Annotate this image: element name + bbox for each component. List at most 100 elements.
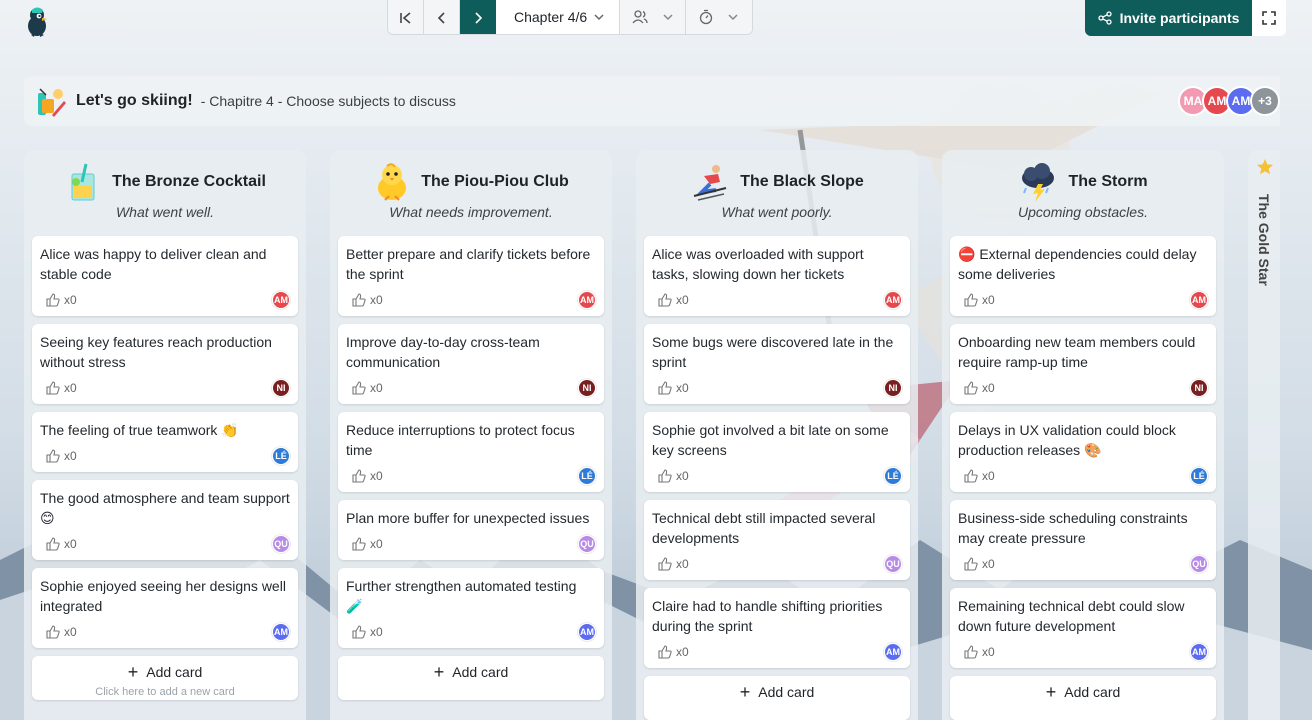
- retro-card[interactable]: Business-side scheduling constraints may…: [950, 500, 1216, 580]
- card-list: Alice was happy to deliver clean and sta…: [32, 236, 298, 648]
- session-subtitle: - Chapitre 4 - Choose subjects to discus…: [200, 93, 456, 109]
- retro-card[interactable]: Plan more buffer for unexpected issues x0…: [338, 500, 604, 560]
- like-count: x0: [370, 381, 383, 395]
- retro-card[interactable]: Technical debt still impacted several de…: [644, 500, 910, 580]
- column-bronze-cocktail: The Bronze Cocktail What went well. Alic…: [24, 150, 306, 720]
- participant-avatar[interactable]: +3: [1250, 86, 1280, 116]
- add-card-button[interactable]: + Add card Click here to add a new card: [32, 656, 298, 700]
- session-header: Let's go skiing! - Chapitre 4 - Choose s…: [24, 76, 1280, 126]
- retro-card[interactable]: The good atmosphere and team support 😊 x0…: [32, 480, 298, 560]
- column-gold-star-collapsed[interactable]: The Gold Star: [1248, 150, 1280, 720]
- like-count: x0: [370, 293, 383, 307]
- like-button[interactable]: x0: [958, 293, 995, 307]
- thumbs-up-icon: [964, 469, 978, 483]
- thumbs-up-icon: [964, 381, 978, 395]
- invite-label: Invite participants: [1119, 10, 1240, 26]
- column-title: The Storm: [1068, 173, 1148, 190]
- share-icon: [1097, 11, 1112, 25]
- card-list: Better prepare and clarify tickets befor…: [338, 236, 604, 648]
- card-text: Sophie got involved a bit late on some k…: [652, 422, 889, 458]
- like-button[interactable]: x0: [40, 381, 77, 395]
- retro-card[interactable]: The feeling of true teamwork 👏 x0 LÉ: [32, 412, 298, 472]
- like-button[interactable]: x0: [958, 469, 995, 483]
- card-author-avatar: QU: [272, 535, 290, 553]
- retro-card[interactable]: Onboarding new team members could requir…: [950, 324, 1216, 404]
- like-button[interactable]: x0: [652, 557, 689, 571]
- retro-card[interactable]: Seeing key features reach production wit…: [32, 324, 298, 404]
- retro-card[interactable]: Delays in UX validation could block prod…: [950, 412, 1216, 492]
- first-chapter-button[interactable]: [388, 0, 424, 34]
- card-author-avatar: LÉ: [884, 467, 902, 485]
- skip-back-icon: [399, 11, 411, 24]
- retro-card[interactable]: Claire had to handle shifting priorities…: [644, 588, 910, 668]
- add-card-button[interactable]: + Add card: [644, 676, 910, 720]
- thumbs-up-icon: [352, 537, 366, 551]
- plus-icon: +: [127, 662, 139, 682]
- add-card-button[interactable]: + Add card: [338, 656, 604, 700]
- like-button[interactable]: x0: [652, 381, 689, 395]
- retro-card[interactable]: Sophie got involved a bit late on some k…: [644, 412, 910, 492]
- card-text: Remaining technical debt could slow down…: [958, 598, 1185, 634]
- like-count: x0: [64, 625, 77, 639]
- retro-card[interactable]: Improve day-to-day cross-team communicat…: [338, 324, 604, 404]
- retro-card[interactable]: Further strengthen automated testing 🧪 x0…: [338, 568, 604, 648]
- retro-card[interactable]: Alice was overloaded with support tasks,…: [644, 236, 910, 316]
- invite-participants-button[interactable]: Invite participants: [1085, 0, 1252, 36]
- card-footer: x0 LÉ: [40, 446, 290, 466]
- retro-card[interactable]: Better prepare and clarify tickets befor…: [338, 236, 604, 316]
- like-button[interactable]: x0: [958, 557, 995, 571]
- like-button[interactable]: x0: [346, 469, 383, 483]
- card-text: Reduce interruptions to protect focus ti…: [346, 422, 575, 458]
- like-button[interactable]: x0: [346, 293, 383, 307]
- like-button[interactable]: x0: [958, 381, 995, 395]
- thumbs-up-icon: [658, 381, 672, 395]
- card-author-avatar: AM: [884, 643, 902, 661]
- like-button[interactable]: x0: [958, 645, 995, 659]
- timer-dropdown[interactable]: [686, 0, 752, 34]
- like-count: x0: [64, 381, 77, 395]
- like-count: x0: [982, 645, 995, 659]
- like-button[interactable]: x0: [40, 293, 77, 307]
- card-author-avatar: AM: [272, 291, 290, 309]
- previous-chapter-button[interactable]: [424, 0, 460, 34]
- like-button[interactable]: x0: [40, 537, 77, 551]
- thumbs-up-icon: [46, 449, 60, 463]
- like-button[interactable]: x0: [652, 293, 689, 307]
- retro-card[interactable]: Remaining technical debt could slow down…: [950, 588, 1216, 668]
- retro-card[interactable]: Reduce interruptions to protect focus ti…: [338, 412, 604, 492]
- plus-icon: +: [1045, 682, 1057, 702]
- like-button[interactable]: x0: [346, 537, 383, 551]
- retro-card[interactable]: Sophie enjoyed seeing her designs well i…: [32, 568, 298, 648]
- chevron-down-icon: [662, 14, 673, 21]
- card-footer: x0 AM: [40, 290, 290, 310]
- thumbs-up-icon: [352, 625, 366, 639]
- app-logo-icon[interactable]: [22, 6, 52, 38]
- like-button[interactable]: x0: [346, 381, 383, 395]
- chapter-select[interactable]: Chapter 4/6: [496, 0, 620, 34]
- card-text: Onboarding new team members could requir…: [958, 334, 1196, 370]
- like-count: x0: [64, 293, 77, 307]
- card-text: Claire had to handle shifting priorities…: [652, 598, 883, 634]
- card-author-avatar: LÉ: [272, 447, 290, 465]
- chevron-right-icon: [475, 11, 483, 24]
- thumbs-up-icon: [658, 645, 672, 659]
- retro-card[interactable]: Alice was happy to deliver clean and sta…: [32, 236, 298, 316]
- like-count: x0: [64, 537, 77, 551]
- like-button[interactable]: x0: [40, 449, 77, 463]
- like-button[interactable]: x0: [346, 625, 383, 639]
- thumbs-up-icon: [46, 293, 60, 307]
- retro-card[interactable]: ⛔ External dependencies could delay some…: [950, 236, 1216, 316]
- next-chapter-button[interactable]: [460, 0, 496, 34]
- add-card-button[interactable]: + Add card: [950, 676, 1216, 720]
- card-text: Better prepare and clarify tickets befor…: [346, 246, 591, 282]
- like-button[interactable]: x0: [652, 469, 689, 483]
- like-button[interactable]: x0: [40, 625, 77, 639]
- card-text: Further strengthen automated testing 🧪: [346, 578, 577, 614]
- card-footer: x0 QU: [652, 554, 902, 574]
- retro-card[interactable]: Some bugs were discovered late in the sp…: [644, 324, 910, 404]
- fullscreen-button[interactable]: [1252, 0, 1286, 36]
- like-button[interactable]: x0: [652, 645, 689, 659]
- participants-dropdown[interactable]: [620, 0, 686, 34]
- participants-avatars[interactable]: MA AM AM +3: [1178, 86, 1280, 116]
- like-count: x0: [676, 645, 689, 659]
